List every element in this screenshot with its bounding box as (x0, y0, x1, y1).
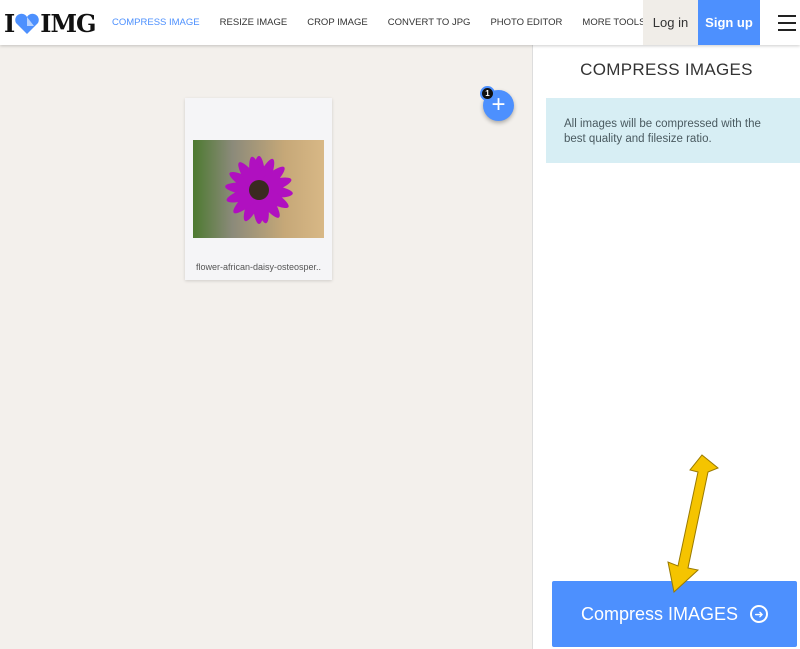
logo-text-left: I (4, 9, 15, 38)
annotation-arrow-icon (667, 454, 719, 593)
info-box: All images will be compressed with the b… (546, 98, 800, 163)
sidebar-title: COMPRESS IMAGES (580, 60, 753, 79)
heart-icon (15, 13, 39, 34)
file-count-badge: 1 (480, 86, 495, 101)
file-card[interactable]: flower-african-daisy-osteosper.. (185, 98, 332, 280)
nav-resize-image[interactable]: RESIZE IMAGE (220, 17, 288, 28)
login-button[interactable]: Log in (643, 0, 698, 45)
nav-crop-image[interactable]: CROP IMAGE (307, 17, 368, 28)
logo-text-right: IMG (40, 9, 96, 38)
compress-button-label: Compress IMAGES (580, 603, 739, 624)
nav-convert-to-jpg[interactable]: CONVERT TO JPG (388, 17, 471, 28)
image-thumbnail (193, 140, 324, 238)
main-nav: COMPRESS IMAGE RESIZE IMAGE CROP IMAGE C… (112, 0, 653, 45)
nav-photo-editor[interactable]: PHOTO EDITOR (490, 17, 562, 28)
nav-compress-image[interactable]: COMPRESS IMAGE (112, 17, 200, 28)
logo[interactable]: I IMG (4, 9, 97, 38)
header: I IMG COMPRESS IMAGE RESIZE IMAGE CROP I… (0, 0, 800, 45)
arrow-right-circle-icon: ➜ (750, 605, 769, 623)
file-name: flower-african-daisy-osteosper.. (195, 262, 322, 272)
signup-button[interactable]: Sign up (698, 0, 760, 45)
hamburger-menu-icon[interactable] (778, 15, 796, 36)
